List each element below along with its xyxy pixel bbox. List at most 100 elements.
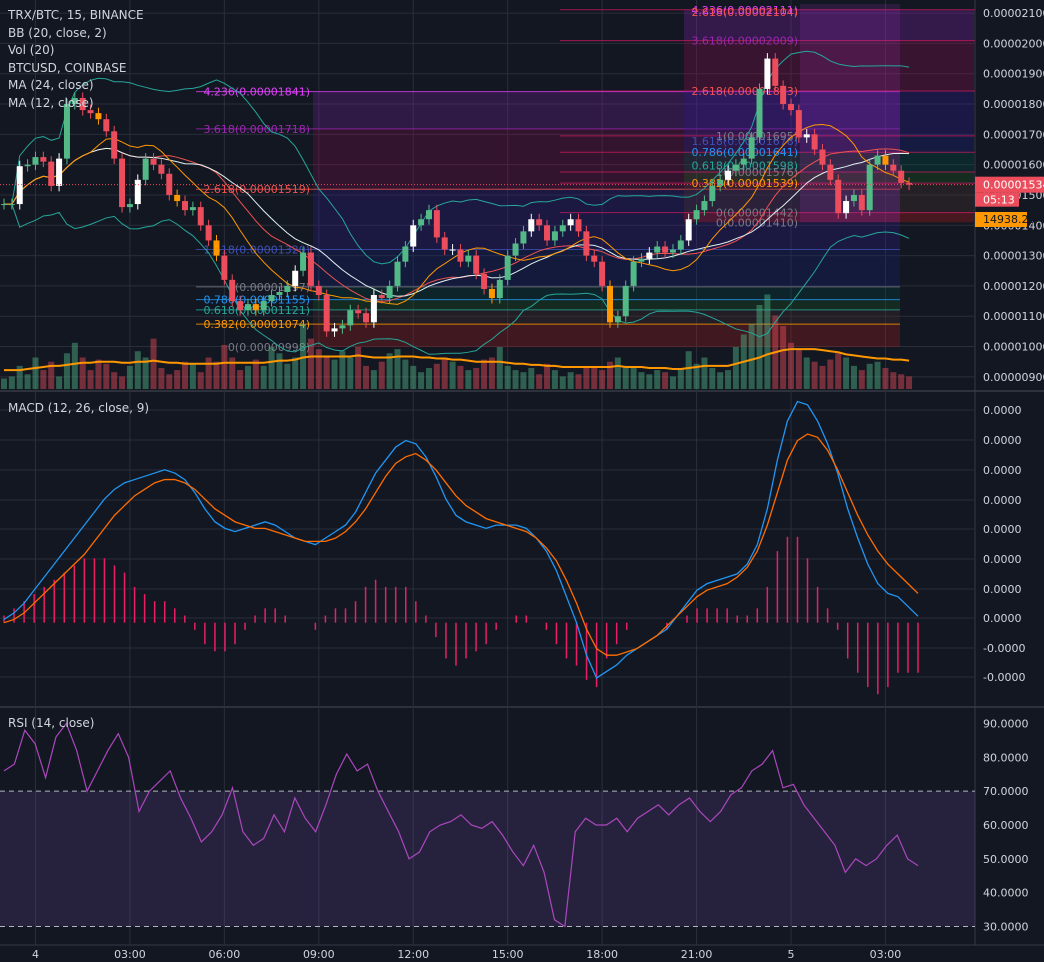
volume-bar	[874, 361, 881, 389]
candle-body	[709, 185, 716, 202]
legend-btcusd[interactable]: BTCUSD, COINBASE	[8, 60, 144, 78]
candle-body	[677, 240, 684, 250]
volume-bar	[292, 357, 299, 389]
rsi-axis-label: 90.0000	[983, 718, 1029, 731]
candle-body	[410, 225, 417, 247]
candle-body	[174, 194, 181, 202]
volume-bar	[795, 349, 802, 389]
candle-body	[1, 204, 7, 206]
volume-bar	[685, 351, 692, 389]
legend-symbol[interactable]: TRX/BTC, 15, BINANCE	[8, 7, 144, 25]
volume-bar	[189, 363, 196, 389]
volume-bar	[347, 357, 354, 389]
fib-label: 2.618(0.00002104)	[691, 6, 798, 19]
volume-bar	[63, 353, 70, 389]
volume-bar	[252, 359, 259, 389]
candle-body	[544, 225, 551, 241]
volume-bar	[134, 351, 141, 389]
rsi-band-fill	[0, 791, 975, 927]
rsi-axis-label: 70.0000	[983, 785, 1029, 798]
volume-bar	[276, 353, 283, 389]
rsi-axis-label: 40.0000	[983, 887, 1029, 900]
volume-bar	[654, 370, 661, 389]
volume-bar	[481, 359, 488, 389]
candle-body	[504, 255, 511, 280]
macd-pane-title[interactable]: MACD (12, 26, close, 9)	[8, 401, 149, 415]
volume-bar	[1, 378, 7, 389]
candle-body	[268, 295, 275, 302]
volume-bar	[614, 357, 621, 389]
candle-body	[496, 279, 503, 299]
volume-bar	[213, 361, 220, 389]
price-axis-label: 0.00002000	[983, 37, 1044, 50]
price-axis-label: 0.00001900	[983, 68, 1044, 81]
volume-bar	[182, 361, 189, 389]
candle-body	[386, 285, 393, 299]
candle-body	[662, 246, 669, 253]
volume-bar	[646, 374, 653, 389]
price-axis-label: 0.00001300	[983, 250, 1044, 263]
candle-body	[512, 243, 519, 256]
volume-bar	[858, 370, 865, 389]
volume-bar	[111, 372, 118, 389]
macd-axis-label: -0.0000	[983, 671, 1025, 684]
candle-body	[95, 113, 102, 120]
candle-body	[882, 155, 889, 165]
time-axis-label: 09:00	[303, 948, 335, 961]
time-axis-label: 5	[788, 948, 795, 961]
rsi-pane-title[interactable]: RSI (14, close)	[8, 716, 94, 730]
rsi-axis-label: 80.0000	[983, 751, 1029, 764]
price-axis-label: 0.00001800	[983, 98, 1044, 111]
candle-body	[654, 246, 661, 253]
volume-bar	[457, 365, 464, 389]
candle-body	[481, 273, 488, 289]
volume-bar	[622, 365, 629, 389]
fib-label: 0.786(0.00001641)	[691, 146, 798, 159]
candle-body	[418, 219, 425, 226]
candle-body	[205, 225, 212, 241]
candle-body	[795, 110, 802, 138]
btc-price-text: 14938.23	[983, 213, 1036, 226]
volume-bar	[599, 370, 606, 389]
candle-body	[457, 249, 464, 262]
volume-bar	[95, 359, 102, 389]
volume-bar	[87, 370, 94, 389]
volume-bar	[496, 347, 503, 389]
candle-body	[583, 231, 590, 256]
candle-body	[732, 164, 739, 171]
macd-axis-label: 0.0000	[983, 523, 1022, 536]
legend-ma12[interactable]: MA (12, close)	[8, 95, 144, 113]
volume-bar	[418, 372, 425, 389]
volume-bar	[764, 294, 771, 389]
chart-stage[interactable]: 4 03:00 06:00 09:00 12:00 15:00 18:00 21:00 5 03:…	[0, 0, 1044, 962]
volume-bar	[850, 365, 857, 389]
candle-body	[898, 170, 905, 183]
candle-body	[103, 119, 110, 132]
legend-vol[interactable]: Vol (20)	[8, 42, 144, 60]
price-axis-label: 0.00000900	[983, 371, 1044, 384]
time-axis-label: 4	[32, 948, 39, 961]
fib-zone-left	[313, 249, 900, 287]
volume-bar	[150, 338, 157, 389]
candle-body	[591, 255, 598, 262]
candle-body	[394, 261, 401, 286]
candle-body	[465, 255, 472, 262]
candle-body	[599, 261, 606, 286]
volume-bar	[677, 368, 684, 389]
chart-canvas[interactable]: 4 03:00 06:00 09:00 12:00 15:00 18:00 21:00 5 03:…	[0, 0, 1044, 962]
fib-label: 3.618(0.00001718)	[203, 123, 310, 136]
volume-bar	[126, 365, 133, 389]
volume-bar	[827, 359, 834, 389]
volume-bar	[441, 357, 448, 389]
candle-body	[339, 325, 346, 329]
candle-body	[158, 164, 165, 174]
candle-body	[24, 164, 31, 167]
time-axis-label: 21:00	[681, 948, 713, 961]
candle-body	[559, 225, 566, 232]
legend-bb[interactable]: BB (20, close, 2)	[8, 25, 144, 43]
volume-bar	[843, 357, 850, 389]
volume-bar	[803, 357, 810, 389]
volume-bar	[866, 363, 873, 389]
candle-body	[669, 249, 676, 253]
legend-ma24[interactable]: MA (24, close)	[8, 77, 144, 95]
